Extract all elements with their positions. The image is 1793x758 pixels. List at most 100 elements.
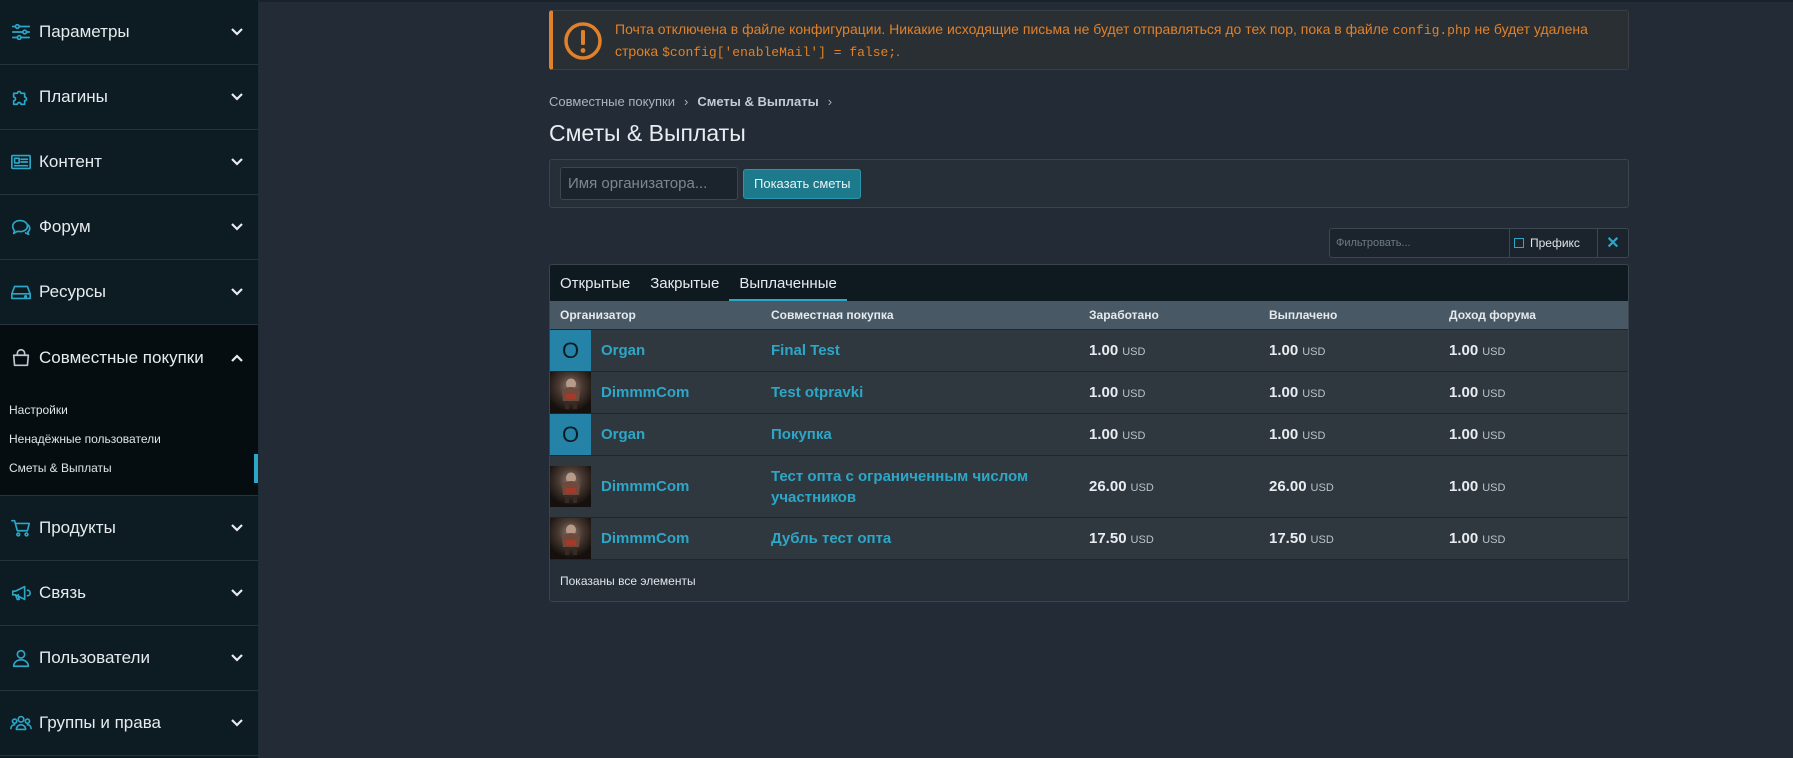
chevron-down-icon xyxy=(230,521,244,535)
table-row: O Organ Final Test 1.00 USD 1.00 USD 1.00 USD xyxy=(550,329,1628,371)
organizer-filter-bar: Имя организатора... Показать сметы xyxy=(549,159,1629,208)
alert-text-part: Почта отключена в файле конфигурации. Ни… xyxy=(615,21,1389,37)
prefix-label: Префикс xyxy=(1530,236,1580,250)
avatar[interactable] xyxy=(550,466,591,507)
chevron-down-icon xyxy=(230,586,244,600)
subnav-item-estimates-payouts[interactable]: Сметы & Выплаты xyxy=(0,454,258,483)
cart-icon xyxy=(9,516,33,540)
group-buy-link[interactable]: Тест опта с ограниченным числом участник… xyxy=(771,468,1028,506)
tab-open[interactable]: Открытые xyxy=(550,265,640,301)
chevron-down-icon xyxy=(230,716,244,730)
quick-filter: Фильтровать... Префикс ✕ xyxy=(549,228,1629,258)
chevron-down-icon xyxy=(230,285,244,299)
column-header-earned: Заработано xyxy=(1089,308,1159,322)
alert-code-config-file: config.php xyxy=(1392,23,1471,38)
organizer-link[interactable]: DimmmCom xyxy=(601,530,689,547)
sidebar-item-label: Плагины xyxy=(39,87,108,106)
user-icon xyxy=(9,646,33,670)
avatar[interactable] xyxy=(550,372,591,413)
sidebar-item-label: Параметры xyxy=(39,22,130,41)
currency-label: USD xyxy=(1482,429,1506,442)
organizer-name-input[interactable]: Имя организатора... xyxy=(560,167,738,200)
sidebar-item-groups-permissions[interactable]: Группы и права xyxy=(0,691,258,756)
group-buy-link[interactable]: Дубль тест опта xyxy=(771,530,891,547)
sidebar-item-plugins[interactable]: Плагины xyxy=(0,65,258,130)
avatar[interactable] xyxy=(550,518,591,559)
currency-label: USD xyxy=(1302,387,1326,400)
paid-value: 1.00 xyxy=(1269,425,1299,443)
group-buy-link[interactable]: Покупка xyxy=(771,426,832,443)
column-header-forum-income: Доход форума xyxy=(1449,308,1536,322)
shopping-bag-icon xyxy=(9,346,33,370)
chevron-down-icon xyxy=(230,90,244,104)
sidebar-item-users[interactable]: Пользователи xyxy=(0,626,258,691)
comments-icon xyxy=(9,215,33,239)
earned-value: 1.00 xyxy=(1089,425,1119,443)
currency-label: USD xyxy=(1122,429,1146,442)
sliders-icon xyxy=(9,20,33,44)
chevron-right-icon: › xyxy=(683,93,689,109)
sidebar-item-communication[interactable]: Связь xyxy=(0,561,258,626)
exclamation-circle-icon xyxy=(563,21,603,61)
estimates-table: Открытые Закрытые Выплаченные Организато… xyxy=(549,264,1629,602)
chevron-up-icon xyxy=(230,351,244,365)
organizer-link[interactable]: DimmmCom xyxy=(601,384,689,401)
forum-income-value: 1.00 xyxy=(1449,341,1479,359)
avatar[interactable]: O xyxy=(550,330,591,371)
filter-input[interactable]: Фильтровать... xyxy=(1330,229,1510,257)
group-buy-link[interactable]: Final Test xyxy=(771,342,840,359)
sidebar-item-content[interactable]: Контент xyxy=(0,130,258,195)
organizer-link[interactable]: Organ xyxy=(601,342,645,359)
alert-text-part: . xyxy=(896,43,901,59)
organizer-link[interactable]: DimmmCom xyxy=(601,478,689,495)
clear-filter-button[interactable]: ✕ xyxy=(1598,229,1628,257)
forum-income-value: 1.00 xyxy=(1449,383,1479,401)
group-buy-link[interactable]: Test otpravki xyxy=(771,384,863,401)
table-row: DimmmCom Дубль тест опта 17.50 USD 17.50 USD 1… xyxy=(550,517,1628,559)
sidebar-item-label: Ресурсы xyxy=(39,282,107,301)
tab-closed[interactable]: Закрытые xyxy=(640,265,729,301)
sidebar-item-parameters[interactable]: Параметры xyxy=(0,0,258,65)
currency-label: USD xyxy=(1302,345,1326,358)
prefix-checkbox[interactable]: Префикс xyxy=(1510,229,1598,257)
sidebar-item-forum[interactable]: Форум xyxy=(0,195,258,260)
breadcrumb-item-estimates[interactable]: Сметы & Выплаты xyxy=(697,94,818,109)
breadcrumb-item-group-buys[interactable]: Совместные покупки xyxy=(549,94,675,109)
chevron-down-icon xyxy=(230,651,244,665)
puzzle-icon xyxy=(9,85,33,109)
sidebar-item-group-buys[interactable]: Совместные покупки xyxy=(0,325,258,390)
currency-label: USD xyxy=(1310,533,1334,546)
chevron-right-icon: › xyxy=(827,93,833,109)
tab-paid[interactable]: Выплаченные xyxy=(729,265,847,301)
users-icon xyxy=(9,711,33,735)
earned-value: 26.00 xyxy=(1089,477,1127,495)
sidebar-item-resources[interactable]: Ресурсы xyxy=(0,260,258,325)
currency-label: USD xyxy=(1130,533,1154,546)
currency-label: USD xyxy=(1482,345,1506,358)
currency-label: USD xyxy=(1482,481,1506,494)
sidebar-item-products[interactable]: Продукты xyxy=(0,496,258,561)
organizer-link[interactable]: Organ xyxy=(601,426,645,443)
sidebar: Параметры Плагины Контент Форум Ресурсы … xyxy=(0,0,259,758)
tab-bar: Открытые Закрытые Выплаченные xyxy=(550,265,1628,301)
main-content: Почта отключена в файле конфигурации. Ни… xyxy=(549,10,1629,602)
alert-text: Почта отключена в файле конфигурации. Ни… xyxy=(615,19,1620,63)
sidebar-item-label: Продукты xyxy=(39,518,116,537)
table-row: O Organ Покупка 1.00 USD 1.00 USD 1.00 USD xyxy=(550,413,1628,455)
currency-label: USD xyxy=(1310,481,1334,494)
alert-code-config-line: $config['enableMail'] = false; xyxy=(662,45,897,60)
forum-income-value: 1.00 xyxy=(1449,529,1479,547)
breadcrumb: Совместные покупки › Сметы & Выплаты › xyxy=(549,93,1629,109)
avatar[interactable]: O xyxy=(550,414,591,455)
subnav-item-settings[interactable]: Настройки xyxy=(0,396,258,425)
subnav-item-unreliable-users[interactable]: Ненадёжные пользователи xyxy=(0,425,258,454)
paid-value: 1.00 xyxy=(1269,383,1299,401)
show-estimates-button[interactable]: Показать сметы xyxy=(743,168,862,199)
page-title: Сметы & Выплаты xyxy=(549,120,746,146)
sidebar-item-label: Связь xyxy=(39,583,86,602)
column-header-paid: Выплачено xyxy=(1269,308,1338,322)
paid-value: 26.00 xyxy=(1269,477,1307,495)
column-header-organizer: Организатор xyxy=(560,308,636,322)
sidebar-item-label: Совместные покупки xyxy=(39,347,204,367)
forum-income-value: 1.00 xyxy=(1449,477,1479,495)
